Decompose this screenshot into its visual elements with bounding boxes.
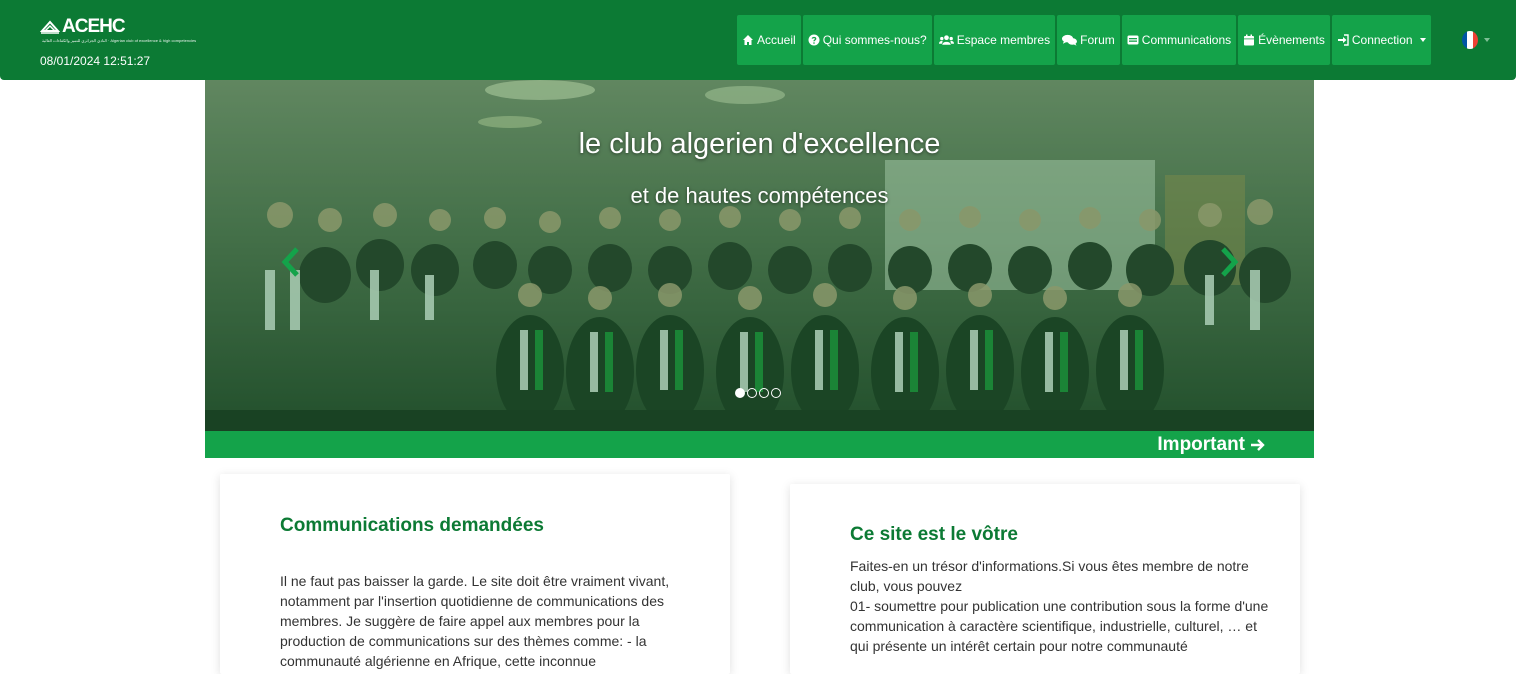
site-info-card: Ce site est le vôtre Faites-en un trésor… [790, 484, 1300, 674]
nav-item-label: Connection [1351, 33, 1413, 47]
home-icon [743, 35, 753, 45]
chevron-down-icon [1484, 38, 1490, 42]
carousel-indicator-2[interactable] [747, 388, 757, 398]
card-body: Il ne faut pas baisser la garde. Le site… [280, 573, 670, 669]
logo-subtitle: النادي الجزائري للتميز والكفاءات العالية… [42, 38, 197, 43]
logo-emblem-icon [40, 20, 60, 34]
sign-in-icon [1337, 34, 1349, 46]
nav-item-evenements[interactable]: Évènements [1238, 15, 1330, 65]
main-nav: Accueil Qui sommes-nous? Espace membres … [737, 15, 1431, 65]
nav-item-connection[interactable]: Connection [1331, 15, 1431, 65]
carousel-indicators [735, 388, 781, 398]
comments-icon [1062, 34, 1078, 46]
france-flag-icon [1462, 31, 1478, 49]
card-title: Ce site est le vôtre [850, 524, 1018, 545]
carousel-next-button[interactable] [1217, 245, 1241, 279]
nav-item-forum[interactable]: Forum [1057, 15, 1120, 65]
logo-text: ACEHC [62, 16, 126, 37]
carousel-indicator-1[interactable] [735, 388, 745, 398]
datetime-display: 08/01/2024 12:51:27 [40, 54, 151, 68]
arrow-right-icon [1251, 439, 1265, 451]
site-header: ACEHC النادي الجزائري للتميز والكفاءات ا… [0, 0, 1516, 80]
inbox-icon [1127, 35, 1139, 45]
nav-item-qui-sommes-nous[interactable]: Qui sommes-nous? [802, 15, 932, 65]
site-logo[interactable]: ACEHC النادي الجزائري للتميز والكفاءات ا… [40, 16, 196, 50]
carousel-prev-button[interactable] [279, 245, 303, 279]
carousel-caption-subtitle: et de hautes compétences [630, 183, 889, 208]
nav-item-label: Accueil [757, 33, 796, 47]
important-link[interactable]: Important [1157, 434, 1266, 456]
question-circle-icon [808, 34, 820, 46]
nav-item-communications[interactable]: Communications [1121, 15, 1237, 65]
calendar-icon [1244, 34, 1255, 46]
card-body: Faites-en un trésor d'informations.Si vo… [850, 558, 1269, 654]
nav-item-accueil[interactable]: Accueil [737, 15, 801, 65]
carousel-caption-title: le club algerien d'excellence [578, 128, 941, 160]
nav-item-label: Communications [1141, 33, 1232, 47]
important-bar: Important [205, 431, 1314, 458]
users-icon [938, 35, 954, 45]
communications-card: Communications demandées Il ne faut pas … [220, 474, 730, 674]
nav-item-espace-membres[interactable]: Espace membres [933, 15, 1056, 65]
language-selector[interactable] [1462, 31, 1490, 49]
chevron-left-icon [281, 247, 299, 277]
card-title: Communications demandées [280, 515, 544, 536]
important-label: Important [1157, 434, 1245, 455]
nav-item-label: Qui sommes-nous? [822, 33, 927, 47]
logo-mark: ACEHC [40, 16, 126, 38]
chevron-right-icon [1221, 247, 1239, 277]
chevron-down-icon [1419, 38, 1426, 42]
hero-carousel: le club algerien d'excellence et de haut… [205, 80, 1314, 431]
nav-item-label: Espace membres [956, 33, 1051, 47]
nav-item-label: Évènements [1258, 33, 1325, 47]
nav-item-label: Forum [1080, 33, 1115, 47]
carousel-indicator-3[interactable] [759, 388, 769, 398]
carousel-indicator-4[interactable] [771, 388, 781, 398]
